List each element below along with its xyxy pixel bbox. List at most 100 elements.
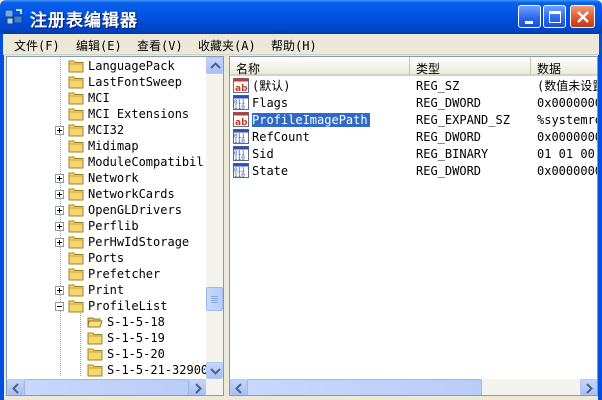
list-scroll-right-button[interactable] bbox=[580, 379, 597, 395]
tree-scroll-down-button[interactable] bbox=[206, 362, 223, 379]
svg-text:110: 110 bbox=[234, 104, 245, 110]
tree-item[interactable]: Network bbox=[7, 170, 206, 186]
value-row[interactable]: ab ProfileImagePath REG_EXPAND_SZ %systemro… bbox=[230, 111, 597, 128]
value-data: 0x00000000 bbox=[537, 130, 597, 144]
value-name: (默认) bbox=[252, 79, 290, 93]
value-name-text: Sid bbox=[252, 147, 274, 161]
menu-view[interactable]: 查看(V) bbox=[137, 37, 183, 54]
value-type: REG_SZ bbox=[416, 79, 459, 93]
folder-icon bbox=[68, 92, 84, 105]
folder-icon bbox=[68, 268, 84, 281]
folder-icon bbox=[68, 188, 84, 201]
value-data-text: 0x00000000 bbox=[537, 164, 597, 178]
string-value-icon: ab bbox=[233, 78, 249, 93]
list-scroll-left-button[interactable] bbox=[230, 379, 247, 395]
tree-item-label: Prefetcher bbox=[88, 267, 161, 281]
tree-item[interactable]: Perflib bbox=[7, 218, 206, 234]
tree-item[interactable]: S-1-5-18 bbox=[7, 314, 206, 330]
value-data-text: 01 01 00 bbox=[537, 147, 595, 161]
tree-item[interactable]: Prefetcher bbox=[7, 266, 206, 282]
tree-item[interactable]: S-1-5-21-32900 bbox=[7, 362, 208, 378]
tree-item[interactable]: MCI Extensions bbox=[7, 106, 206, 122]
tree-scroll-left-button[interactable] bbox=[7, 379, 24, 395]
tree-item[interactable]: Midimap bbox=[7, 138, 206, 154]
value-type-text: REG_DWORD bbox=[416, 164, 482, 178]
expand-icon[interactable] bbox=[55, 126, 64, 135]
folder-icon bbox=[68, 76, 84, 89]
tree-scroll-thumb[interactable] bbox=[206, 287, 223, 311]
tree-item[interactable]: ProfileList bbox=[7, 298, 206, 314]
value-row[interactable]: 011110RefCount REG_DWORD 0x00000000 bbox=[230, 128, 597, 145]
menu-file[interactable]: 文件(F) bbox=[14, 37, 60, 54]
svg-text:110: 110 bbox=[234, 172, 245, 178]
folder-icon bbox=[87, 364, 103, 377]
value-type: REG_DWORD bbox=[416, 130, 481, 144]
tree-item[interactable]: LastFontSweep bbox=[7, 74, 206, 90]
value-name-text: State bbox=[252, 164, 289, 178]
close-button[interactable] bbox=[570, 5, 595, 28]
list-hscroll-thumb[interactable] bbox=[247, 379, 482, 395]
menu-edit[interactable]: 编辑(E) bbox=[76, 37, 122, 54]
menu-bar: 文件(F) 编辑(E) 查看(V) 收藏夹(A) 帮助(H) bbox=[3, 34, 599, 55]
tree-item-label: LastFontSweep bbox=[88, 75, 182, 89]
list-horizontal-scrollbar[interactable] bbox=[230, 379, 597, 395]
tree-horizontal-scrollbar[interactable] bbox=[7, 379, 223, 395]
tree-vertical-scrollbar[interactable] bbox=[206, 57, 223, 379]
registry-tree[interactable]: LanguagePack LastFontSweep MCI MCI Extensio… bbox=[6, 56, 224, 396]
tree-hscroll-thumb[interactable] bbox=[24, 379, 189, 395]
minimize-button[interactable] bbox=[518, 5, 541, 28]
tree-item[interactable]: S-1-5-19 bbox=[7, 330, 206, 346]
expand-icon[interactable] bbox=[55, 238, 64, 247]
tree-item[interactable]: Print bbox=[7, 282, 206, 298]
binary-value-icon: 011110 bbox=[233, 146, 249, 161]
tree-item[interactable]: MCI bbox=[7, 90, 206, 106]
column-header-name-label: 名称 bbox=[236, 62, 261, 76]
expand-icon[interactable] bbox=[55, 286, 64, 295]
value-name-text: Flags bbox=[252, 96, 289, 110]
value-name-text: ProfileImagePath bbox=[252, 113, 370, 127]
expand-icon[interactable] bbox=[55, 190, 64, 199]
expand-icon[interactable] bbox=[55, 222, 64, 231]
column-header-data[interactable]: 数据 bbox=[531, 57, 597, 76]
maximize-icon bbox=[549, 11, 561, 23]
value-row[interactable]: ab (默认) REG_SZ (数值未设置) bbox=[230, 77, 597, 94]
tree-scroll-right-button[interactable] bbox=[189, 379, 206, 395]
collapse-icon[interactable] bbox=[55, 302, 64, 311]
tree-item-label: Midimap bbox=[88, 139, 139, 153]
binary-value-icon: 011110 bbox=[233, 163, 249, 178]
chevron-up-icon bbox=[210, 62, 221, 69]
folder-icon bbox=[68, 108, 84, 121]
minimize-icon bbox=[525, 21, 533, 24]
expand-icon[interactable] bbox=[55, 174, 64, 183]
title-bar[interactable]: 注册表编辑器 bbox=[0, 0, 602, 34]
column-header-type-label: 类型 bbox=[416, 62, 441, 76]
folder-icon bbox=[68, 204, 84, 217]
column-header-type[interactable]: 类型 bbox=[410, 57, 531, 76]
value-list[interactable]: 名称 类型 数据 ab(默认)REG_SZ(数值未设置)011110FlagsR… bbox=[229, 56, 598, 396]
value-data: %systemroot% bbox=[537, 113, 597, 127]
svg-text:ab: ab bbox=[235, 118, 248, 127]
tree-item[interactable]: LanguagePack bbox=[7, 58, 206, 74]
menu-help[interactable]: 帮助(H) bbox=[271, 37, 317, 54]
svg-text:ab: ab bbox=[235, 84, 248, 93]
tree-item[interactable]: NetworkCards bbox=[7, 186, 206, 202]
value-row[interactable]: 011110Flags REG_DWORD 0x00000000 bbox=[230, 94, 597, 111]
tree-item[interactable]: OpenGLDrivers bbox=[7, 202, 206, 218]
tree-item[interactable]: ModuleCompatibil bbox=[7, 154, 206, 170]
folder-open-icon bbox=[87, 317, 103, 328]
expand-icon[interactable] bbox=[55, 206, 64, 215]
tree-scroll-up-button[interactable] bbox=[206, 57, 223, 74]
value-type: REG_DWORD bbox=[416, 164, 481, 178]
tree-item-label: MCI bbox=[88, 91, 110, 105]
value-type-text: REG_BINARY bbox=[416, 147, 489, 161]
tree-item[interactable]: S-1-5-20 bbox=[7, 346, 206, 362]
window-frame-right bbox=[598, 34, 602, 400]
column-header-name[interactable]: 名称 bbox=[230, 57, 410, 76]
tree-item[interactable]: PerHwIdStorage bbox=[7, 234, 206, 250]
tree-item[interactable]: Ports bbox=[7, 250, 206, 266]
value-row[interactable]: 011110State REG_DWORD 0x00000000 bbox=[230, 162, 597, 179]
maximize-button[interactable] bbox=[543, 5, 566, 28]
value-row[interactable]: 011 110 Sid REG_BINARY 01 01 00 bbox=[230, 145, 597, 162]
tree-item[interactable]: MCI32 bbox=[7, 122, 206, 138]
menu-favorites[interactable]: 收藏夹(A) bbox=[198, 37, 256, 54]
